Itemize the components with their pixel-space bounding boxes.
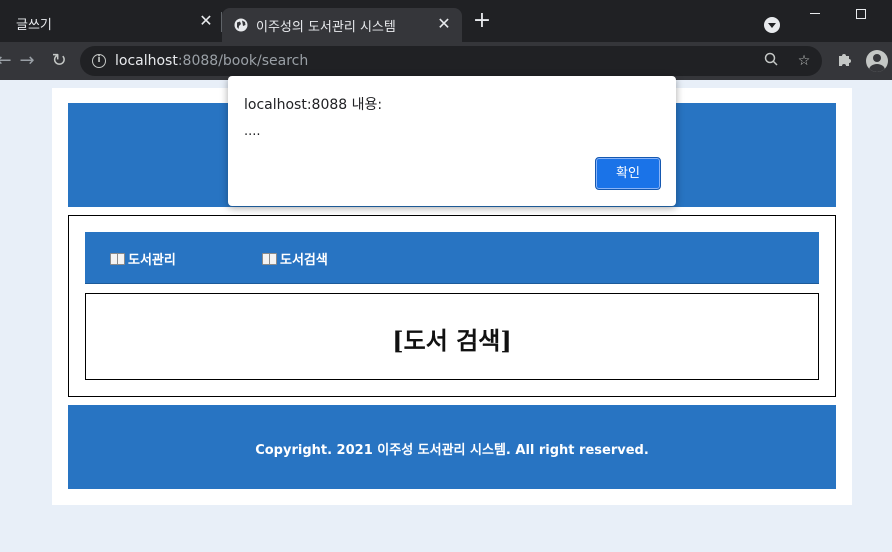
tab-write[interactable]: 글쓰기 ✕ [0, 0, 222, 42]
book-icon [262, 252, 277, 265]
ok-button[interactable]: 확인 [595, 157, 661, 190]
content-box: 도서관리 도서검색 [도서 검색] [68, 215, 836, 397]
back-arrow-icon[interactable]: ← [0, 51, 14, 71]
alert-dialog: localhost:8088 내용: .... 확인 [228, 76, 676, 206]
dialog-title: localhost:8088 내용: [244, 97, 383, 113]
address-bar[interactable]: i localhost:8088/book/search ☆ [80, 46, 822, 76]
nav-label: 도서관리 [128, 253, 176, 268]
url-path: :8088/book/search [177, 53, 309, 69]
zoom-icon[interactable] [762, 52, 780, 70]
nav-link-book-management[interactable]: 도서관리 [110, 249, 176, 268]
footer-banner: Copyright. 2021 이주성 도서관리 시스템. All right … [68, 405, 836, 489]
forward-arrow-icon[interactable]: → [17, 51, 37, 71]
page-title: [도서 검색] [392, 326, 512, 355]
tab-strip: 글쓰기 ✕ 이주성의 도서관리 시스템 ✕ + [0, 0, 892, 42]
close-icon[interactable]: ✕ [436, 16, 452, 32]
nav-bar: 도서관리 도서검색 [85, 232, 819, 284]
maximize-icon[interactable] [856, 9, 866, 19]
book-icon [110, 252, 125, 265]
url-host: localhost [115, 53, 178, 69]
star-icon[interactable]: ☆ [795, 52, 813, 70]
tab-library-system[interactable]: 이주성의 도서관리 시스템 ✕ [222, 8, 462, 42]
minimize-icon[interactable] [810, 13, 820, 14]
browser-toolbar: ← → ↻ i localhost:8088/book/search ☆ [0, 42, 892, 80]
plus-icon[interactable]: + [472, 10, 492, 32]
nav-label: 도서검색 [280, 253, 328, 268]
close-icon[interactable]: ✕ [198, 13, 214, 29]
globe-icon [234, 18, 248, 32]
tab-title: 글쓰기 [16, 18, 52, 33]
profile-icon[interactable] [866, 50, 888, 72]
info-icon[interactable]: i [92, 54, 106, 68]
reload-icon[interactable]: ↻ [49, 51, 69, 71]
url-text[interactable]: localhost:8088/book/search [115, 53, 308, 69]
puzzle-icon[interactable] [836, 51, 854, 69]
copyright-text: Copyright. 2021 이주성 도서관리 시스템. All right … [255, 443, 649, 458]
tab-search-icon[interactable] [764, 17, 780, 33]
dialog-message: .... [244, 124, 261, 139]
title-box: [도서 검색] [85, 293, 819, 380]
nav-link-book-search[interactable]: 도서검색 [262, 249, 328, 268]
tab-title: 이주성의 도서관리 시스템 [256, 20, 396, 35]
